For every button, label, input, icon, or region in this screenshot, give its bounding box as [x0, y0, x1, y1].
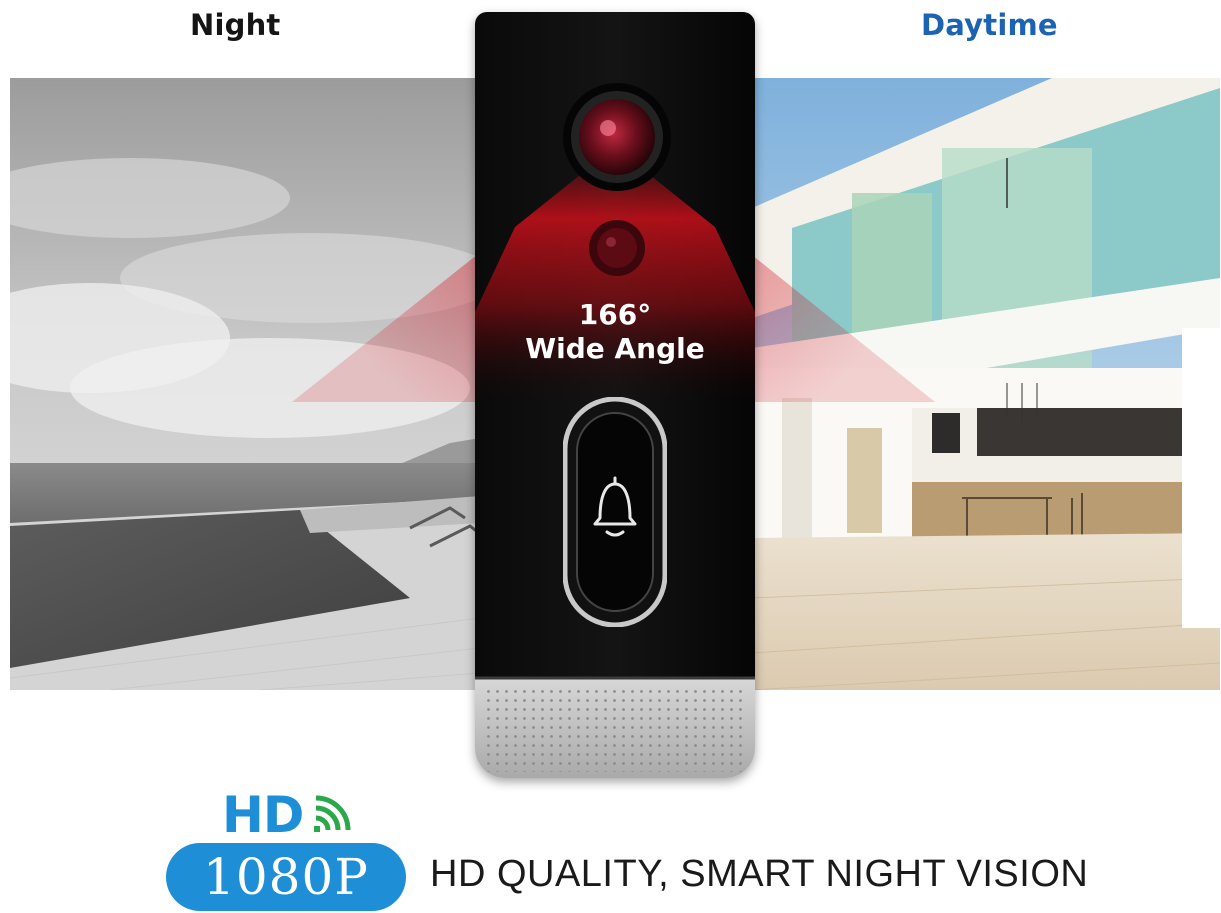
hd-badge: HD: [222, 786, 304, 844]
video-doorbell-device: [475, 12, 755, 778]
resolution-badge: 1080P: [166, 843, 406, 911]
camera-lens-icon: [563, 83, 671, 191]
tagline: HD QUALITY, SMART NIGHT VISION: [430, 853, 1089, 895]
bell-icon: [593, 476, 637, 537]
pir-sensor-icon: [589, 220, 645, 276]
angle-value: 166°: [578, 298, 652, 331]
angle-label: Wide Angle: [525, 332, 705, 365]
doorbell-button[interactable]: [562, 396, 668, 628]
resolution-text: 1080P: [203, 848, 369, 906]
wifi-signal-icon: [314, 795, 351, 832]
wide-angle-caption: 166° Wide Angle: [475, 298, 755, 366]
